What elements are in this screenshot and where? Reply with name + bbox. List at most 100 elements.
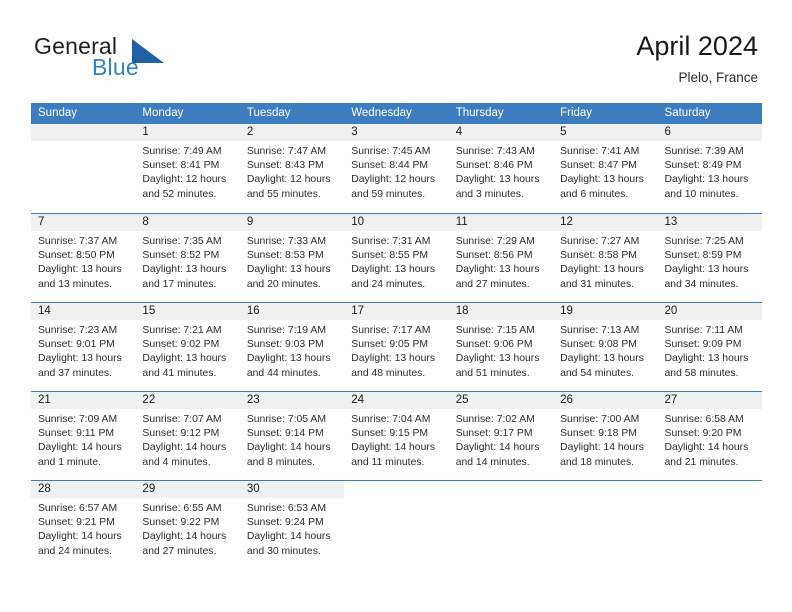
calendar-day-cell[interactable]: 13 Sunrise: 7:25 AM Sunset: 8:59 PM Dayligh… <box>657 214 762 302</box>
daylight-text-cont: and 31 minutes. <box>560 278 635 290</box>
calendar-week-row: 1 Sunrise: 7:49 AM Sunset: 8:41 PM Daylight… <box>31 124 762 213</box>
blue-triangle-flag-icon <box>130 38 168 64</box>
calendar-day-cell[interactable]: 7 Sunrise: 7:37 AM Sunset: 8:50 PM Daylight… <box>31 214 136 302</box>
day-number: 3 <box>344 124 449 141</box>
calendar-day-cell[interactable]: 24 Sunrise: 7:04 AM Sunset: 9:15 PM Dayligh… <box>344 392 449 480</box>
page-title: April 2024 <box>636 31 758 61</box>
sunset-text: Sunset: 8:50 PM <box>38 250 115 262</box>
daylight-text-cont: and 51 minutes. <box>455 367 530 379</box>
calendar-day-cell[interactable]: 18 Sunrise: 7:15 AM Sunset: 9:06 PM Dayligh… <box>448 303 554 391</box>
daylight-text: Daylight: 14 hours <box>38 531 122 543</box>
calendar-day-cell[interactable]: 4 Sunrise: 7:43 AM Sunset: 8:46 PM Daylight… <box>448 124 554 213</box>
calendar-day-cell[interactable]: 30 Sunrise: 6:53 AM Sunset: 9:24 PM Dayligh… <box>239 481 345 569</box>
daylight-text: Daylight: 14 hours <box>38 442 122 454</box>
calendar-day-cell[interactable]: 27 Sunrise: 6:58 AM Sunset: 9:20 PM Dayligh… <box>657 392 762 480</box>
calendar-grid: Sunday Monday Tuesday Wednesday Thursday… <box>31 103 762 569</box>
sunrise-text: Sunrise: 7:09 AM <box>38 414 118 425</box>
day-details: Sunrise: 7:29 AM Sunset: 8:56 PM Daylight:… <box>449 231 553 292</box>
daylight-text: Daylight: 14 hours <box>560 442 644 454</box>
calendar-day-cell[interactable]: 1 Sunrise: 7:49 AM Sunset: 8:41 PM Daylight… <box>135 124 240 213</box>
sunset-text: Sunset: 9:17 PM <box>455 428 533 440</box>
day-details: Sunrise: 7:35 AM Sunset: 8:52 PM Daylight:… <box>135 231 239 292</box>
day-details: Sunrise: 7:43 AM Sunset: 8:46 PM Daylight:… <box>449 141 553 202</box>
daylight-text: Daylight: 13 hours <box>664 264 749 276</box>
calendar-day-cell[interactable]: 8 Sunrise: 7:35 AM Sunset: 8:52 PM Daylight… <box>135 214 240 302</box>
calendar-day-cell[interactable]: 26 Sunrise: 7:00 AM Sunset: 9:18 PM Dayligh… <box>553 392 658 480</box>
daylight-text: Daylight: 14 hours <box>664 442 749 454</box>
title-block: April 2024 Plelo, France <box>636 30 758 86</box>
sunset-text: Sunset: 9:14 PM <box>246 428 324 440</box>
sunrise-text: Sunrise: 6:55 AM <box>142 503 222 514</box>
sunrise-text: Sunrise: 7:35 AM <box>142 236 222 247</box>
daylight-text-cont: and 30 minutes. <box>246 545 321 557</box>
sunset-text: Sunset: 8:47 PM <box>560 160 637 172</box>
sunrise-text: Sunrise: 7:47 AM <box>246 146 326 157</box>
sunrise-text: Sunrise: 7:29 AM <box>455 236 535 247</box>
daylight-text: Daylight: 13 hours <box>455 353 540 365</box>
daylight-text-cont: and 37 minutes. <box>38 367 112 379</box>
day-details: Sunrise: 7:15 AM Sunset: 9:06 PM Daylight:… <box>449 320 553 381</box>
calendar-day-cell-empty <box>31 124 136 213</box>
daylight-text: Daylight: 14 hours <box>246 531 331 543</box>
day-details <box>31 141 135 145</box>
daylight-text: Daylight: 12 hours <box>351 174 436 186</box>
calendar-day-cell[interactable]: 14 Sunrise: 7:23 AM Sunset: 9:01 PM Dayligh… <box>31 303 136 391</box>
calendar-day-cell[interactable]: 25 Sunrise: 7:02 AM Sunset: 9:17 PM Dayligh… <box>448 392 554 480</box>
daylight-text-cont: and 59 minutes. <box>351 188 426 200</box>
sunrise-text: Sunrise: 7:37 AM <box>38 236 118 247</box>
day-number: 21 <box>31 392 136 409</box>
daylight-text: Daylight: 13 hours <box>455 264 540 276</box>
calendar-day-cell[interactable]: 2 Sunrise: 7:47 AM Sunset: 8:43 PM Daylight… <box>239 124 345 213</box>
calendar-day-cell[interactable]: 5 Sunrise: 7:41 AM Sunset: 8:47 PM Daylight… <box>553 124 658 213</box>
sunset-text: Sunset: 8:59 PM <box>664 250 742 262</box>
daylight-text: Daylight: 13 hours <box>246 264 331 276</box>
day-details: Sunrise: 7:02 AM Sunset: 9:17 PM Daylight:… <box>449 409 553 470</box>
day-details: Sunrise: 7:45 AM Sunset: 8:44 PM Daylight:… <box>344 141 448 202</box>
day-number: 12 <box>553 214 658 231</box>
day-details: Sunrise: 7:07 AM Sunset: 9:12 PM Daylight:… <box>135 409 239 470</box>
calendar-day-cell[interactable]: 9 Sunrise: 7:33 AM Sunset: 8:53 PM Daylight… <box>239 214 345 302</box>
calendar-day-cell[interactable]: 20 Sunrise: 7:11 AM Sunset: 9:09 PM Dayligh… <box>657 303 762 391</box>
calendar-day-cell[interactable]: 22 Sunrise: 7:07 AM Sunset: 9:12 PM Dayligh… <box>135 392 240 480</box>
calendar-day-cell[interactable]: 6 Sunrise: 7:39 AM Sunset: 8:49 PM Daylight… <box>657 124 762 213</box>
calendar-day-cell[interactable]: 23 Sunrise: 7:05 AM Sunset: 9:14 PM Dayligh… <box>239 392 345 480</box>
calendar-day-cell[interactable]: 21 Sunrise: 7:09 AM Sunset: 9:11 PM Dayligh… <box>31 392 136 480</box>
daylight-text-cont: and 58 minutes. <box>664 367 739 379</box>
day-details <box>658 481 762 485</box>
calendar-day-cell[interactable]: 17 Sunrise: 7:17 AM Sunset: 9:05 PM Dayligh… <box>344 303 449 391</box>
day-details: Sunrise: 7:41 AM Sunset: 8:47 PM Daylight:… <box>553 141 657 202</box>
sunset-text: Sunset: 9:01 PM <box>38 339 115 351</box>
sunrise-text: Sunrise: 6:57 AM <box>38 503 118 514</box>
calendar-day-cell[interactable]: 10 Sunrise: 7:31 AM Sunset: 8:55 PM Dayligh… <box>344 214 449 302</box>
sunset-text: Sunset: 8:44 PM <box>351 160 429 172</box>
day-details: Sunrise: 7:04 AM Sunset: 9:15 PM Daylight:… <box>344 409 448 470</box>
day-number: 30 <box>239 481 345 498</box>
day-details <box>344 481 448 485</box>
sunset-text: Sunset: 9:02 PM <box>142 339 220 351</box>
day-number: 14 <box>31 303 136 320</box>
daylight-text: Daylight: 14 hours <box>246 442 331 454</box>
calendar-day-cell[interactable]: 28 Sunrise: 6:57 AM Sunset: 9:21 PM Dayligh… <box>31 481 136 569</box>
sunrise-text: Sunrise: 7:00 AM <box>560 414 640 425</box>
calendar-day-cell[interactable]: 3 Sunrise: 7:45 AM Sunset: 8:44 PM Daylight… <box>344 124 449 213</box>
sunset-text: Sunset: 8:56 PM <box>455 250 533 262</box>
weekday-header-tuesday: Tuesday <box>246 107 291 119</box>
calendar-day-cell[interactable]: 11 Sunrise: 7:29 AM Sunset: 8:56 PM Dayligh… <box>448 214 554 302</box>
day-number: 20 <box>657 303 762 320</box>
sunrise-text: Sunrise: 7:39 AM <box>664 146 744 157</box>
sunrise-text: Sunrise: 6:53 AM <box>246 503 326 514</box>
daylight-text-cont: and 20 minutes. <box>246 278 321 290</box>
calendar-day-cell[interactable]: 19 Sunrise: 7:13 AM Sunset: 9:08 PM Dayligh… <box>553 303 658 391</box>
sunrise-text: Sunrise: 7:05 AM <box>246 414 326 425</box>
day-details: Sunrise: 7:23 AM Sunset: 9:01 PM Daylight:… <box>31 320 135 381</box>
day-details <box>553 481 657 485</box>
calendar-day-cell[interactable]: 15 Sunrise: 7:21 AM Sunset: 9:02 PM Dayligh… <box>135 303 240 391</box>
calendar-day-cell[interactable]: 29 Sunrise: 6:55 AM Sunset: 9:22 PM Dayligh… <box>135 481 240 569</box>
calendar-day-cell[interactable]: 12 Sunrise: 7:27 AM Sunset: 8:58 PM Dayligh… <box>553 214 658 302</box>
day-details: Sunrise: 7:19 AM Sunset: 9:03 PM Daylight:… <box>240 320 344 381</box>
day-number: 5 <box>553 124 658 141</box>
sunset-text: Sunset: 9:05 PM <box>351 339 429 351</box>
calendar-day-cell[interactable]: 16 Sunrise: 7:19 AM Sunset: 9:03 PM Dayligh… <box>239 303 345 391</box>
weekday-header-thursday: Thursday <box>455 107 504 119</box>
sunset-text: Sunset: 8:55 PM <box>351 250 429 262</box>
